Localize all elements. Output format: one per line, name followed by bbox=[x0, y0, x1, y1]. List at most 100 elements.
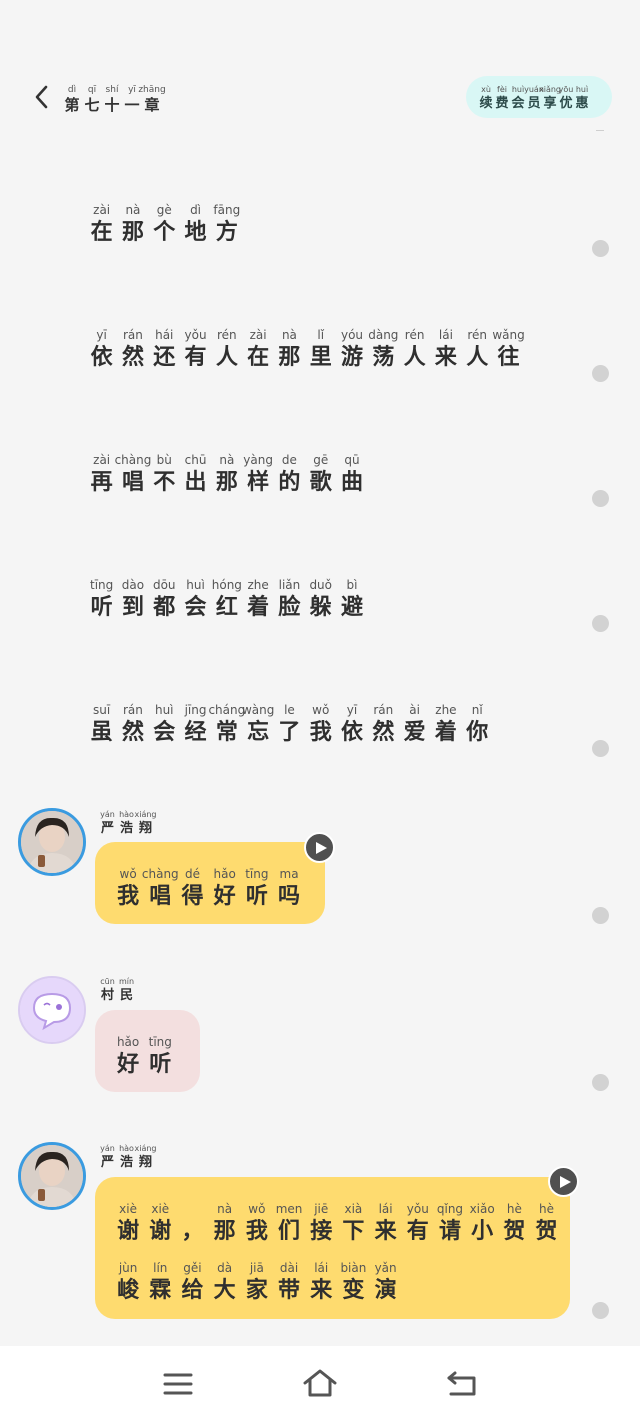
syllable: xiè 谢 bbox=[144, 1203, 176, 1242]
return-button[interactable] bbox=[444, 1368, 480, 1398]
hanzi: 会 bbox=[511, 96, 525, 111]
pinyin: huì bbox=[186, 578, 205, 592]
pinyin: rén bbox=[404, 328, 425, 342]
hanzi: 章 bbox=[144, 96, 160, 114]
syllable: gè 个 bbox=[149, 204, 180, 243]
syllable: chàng 唱 bbox=[142, 868, 179, 907]
syllable: bì 避 bbox=[336, 579, 367, 618]
pinyin: wǒ bbox=[119, 867, 137, 881]
narration-line: zài 再 chàng 唱 bù 不 chū 出 nà 那 yàng 样 de 的 gē 歌 qū 曲 bbox=[86, 454, 368, 493]
hanzi: 避 bbox=[341, 594, 364, 620]
syllable: dàng 荡 bbox=[368, 329, 399, 368]
pinyin: rén bbox=[467, 328, 488, 342]
play-audio-button[interactable] bbox=[548, 1166, 579, 1197]
pinyin: de bbox=[281, 453, 297, 467]
syllable: fèi 费 bbox=[494, 86, 510, 111]
hanzi: 还 bbox=[153, 344, 176, 370]
pinyin: nà bbox=[281, 328, 297, 342]
hanzi: 你 bbox=[466, 719, 489, 745]
hanzi: 到 bbox=[121, 594, 144, 620]
line-indicator-dot[interactable] bbox=[592, 490, 609, 507]
syllable: lái 来 bbox=[430, 329, 461, 368]
line-indicator-dot[interactable] bbox=[592, 240, 609, 257]
syllable: nà 那 bbox=[211, 454, 242, 493]
avatar[interactable] bbox=[18, 808, 86, 876]
hanzi: 严 bbox=[100, 1155, 114, 1170]
line-indicator-dot[interactable] bbox=[592, 740, 609, 757]
syllable: dōu 都 bbox=[149, 579, 180, 618]
hanzi: 脸 bbox=[278, 594, 301, 620]
pinyin: xiáng bbox=[134, 1144, 157, 1153]
syllable: suī 虽 bbox=[86, 704, 117, 743]
syllable: dé 得 bbox=[176, 868, 208, 907]
hanzi: 七 bbox=[84, 96, 100, 114]
hanzi: 曲 bbox=[341, 469, 364, 495]
syllable: tīng 听 bbox=[144, 1036, 176, 1075]
hanzi: 我 bbox=[245, 1218, 268, 1244]
message-bubble[interactable]: xiè谢xiè谢.，nà那wǒ我men们jiē接xià下lái来yǒu有qǐng… bbox=[95, 1177, 570, 1319]
back-button[interactable] bbox=[30, 84, 56, 110]
hanzi: 我 bbox=[309, 719, 332, 745]
hanzi: 都 bbox=[153, 594, 176, 620]
syllable: dài 带 bbox=[273, 1262, 305, 1301]
syllable: zài 在 bbox=[242, 329, 273, 368]
syllable: rén 人 bbox=[211, 329, 242, 368]
narration-text: zài 再 chàng 唱 bù 不 chū 出 nà 那 yàng 样 de 的 gē 歌 qū 曲 bbox=[86, 454, 368, 493]
pinyin: nà bbox=[219, 453, 235, 467]
hanzi: 家 bbox=[245, 1277, 268, 1303]
home-button[interactable] bbox=[302, 1368, 338, 1398]
hanzi: 常 bbox=[215, 719, 238, 745]
line-indicator-dot[interactable] bbox=[592, 907, 609, 924]
pinyin: rán bbox=[122, 703, 143, 717]
hanzi: 惠 bbox=[575, 96, 589, 111]
pinyin: lǐ bbox=[317, 328, 325, 342]
vip-renew-button[interactable]: xù 续 fèi 费 huì 会 yuán 员 xiǎng 享 yōu 优 huì 惠 bbox=[466, 76, 612, 118]
pinyin: wàng bbox=[241, 703, 275, 717]
syllable: men 们 bbox=[273, 1203, 305, 1242]
narration-text: zài 在 nà 那 gè 个 dì 地 fāng 方 bbox=[86, 204, 242, 243]
syllable: cūn 村 bbox=[98, 978, 117, 1003]
syllable: xù 续 bbox=[478, 86, 494, 111]
line-indicator-dot[interactable] bbox=[592, 1302, 609, 1319]
pinyin: dōu bbox=[152, 578, 176, 592]
line-indicator-dot[interactable] bbox=[592, 365, 609, 382]
pinyin: hǎo bbox=[116, 1035, 140, 1049]
syllable: yǒu 有 bbox=[180, 329, 211, 368]
syllable: xiè 谢 bbox=[112, 1203, 144, 1242]
pinyin: gē bbox=[313, 453, 329, 467]
pinyin: yī bbox=[96, 328, 107, 342]
line-indicator-dot[interactable] bbox=[592, 1074, 609, 1091]
message-bubble[interactable]: wǒ 我 chàng 唱 dé 得 hǎo 好 tīng 听 ma 吗 bbox=[95, 842, 325, 924]
pinyin: yī bbox=[346, 703, 358, 717]
hanzi: 那 bbox=[121, 219, 144, 245]
narration-line: yī 依 rán 然 hái 还 yǒu 有 rén 人 zài 在 nà 那 lǐ 里 yóu 游 dàng 荡 ré… bbox=[86, 328, 525, 370]
avatar[interactable] bbox=[18, 976, 86, 1044]
play-icon bbox=[560, 1176, 571, 1188]
pinyin: zhe bbox=[247, 578, 269, 592]
hanzi: 在 bbox=[90, 219, 113, 245]
pinyin: zài bbox=[93, 453, 111, 467]
hanzi: 然 bbox=[372, 719, 395, 745]
avatar[interactable] bbox=[18, 1142, 86, 1210]
syllable: fāng 方 bbox=[211, 204, 242, 243]
hanzi: 来 bbox=[374, 1218, 397, 1244]
message-bubble[interactable]: hǎo 好 tīng 听 bbox=[95, 1010, 200, 1092]
system-nav-bar bbox=[0, 1346, 640, 1422]
play-audio-button[interactable] bbox=[304, 832, 335, 863]
pinyin: qǐng bbox=[436, 1202, 464, 1216]
pinyin: tīng bbox=[245, 867, 269, 881]
home-icon bbox=[303, 1369, 337, 1397]
pinyin: dà bbox=[217, 1261, 233, 1275]
pinyin: wǒ bbox=[312, 703, 330, 717]
hanzi: 大 bbox=[213, 1277, 236, 1303]
syllable: xià 下 bbox=[337, 1203, 369, 1242]
syllable: yóu 游 bbox=[336, 329, 367, 368]
line-indicator-dot[interactable] bbox=[592, 615, 609, 632]
pinyin: ài bbox=[409, 703, 420, 717]
header-divider bbox=[596, 130, 604, 131]
pinyin: jiē bbox=[314, 1202, 329, 1216]
chapter-title-text: dì 第 qī 七 shí 十 yī 一 zhāng 章 bbox=[62, 86, 165, 114]
menu-button[interactable] bbox=[160, 1368, 196, 1398]
syllable: nà 那 bbox=[117, 204, 148, 243]
pinyin: dì bbox=[190, 203, 202, 217]
